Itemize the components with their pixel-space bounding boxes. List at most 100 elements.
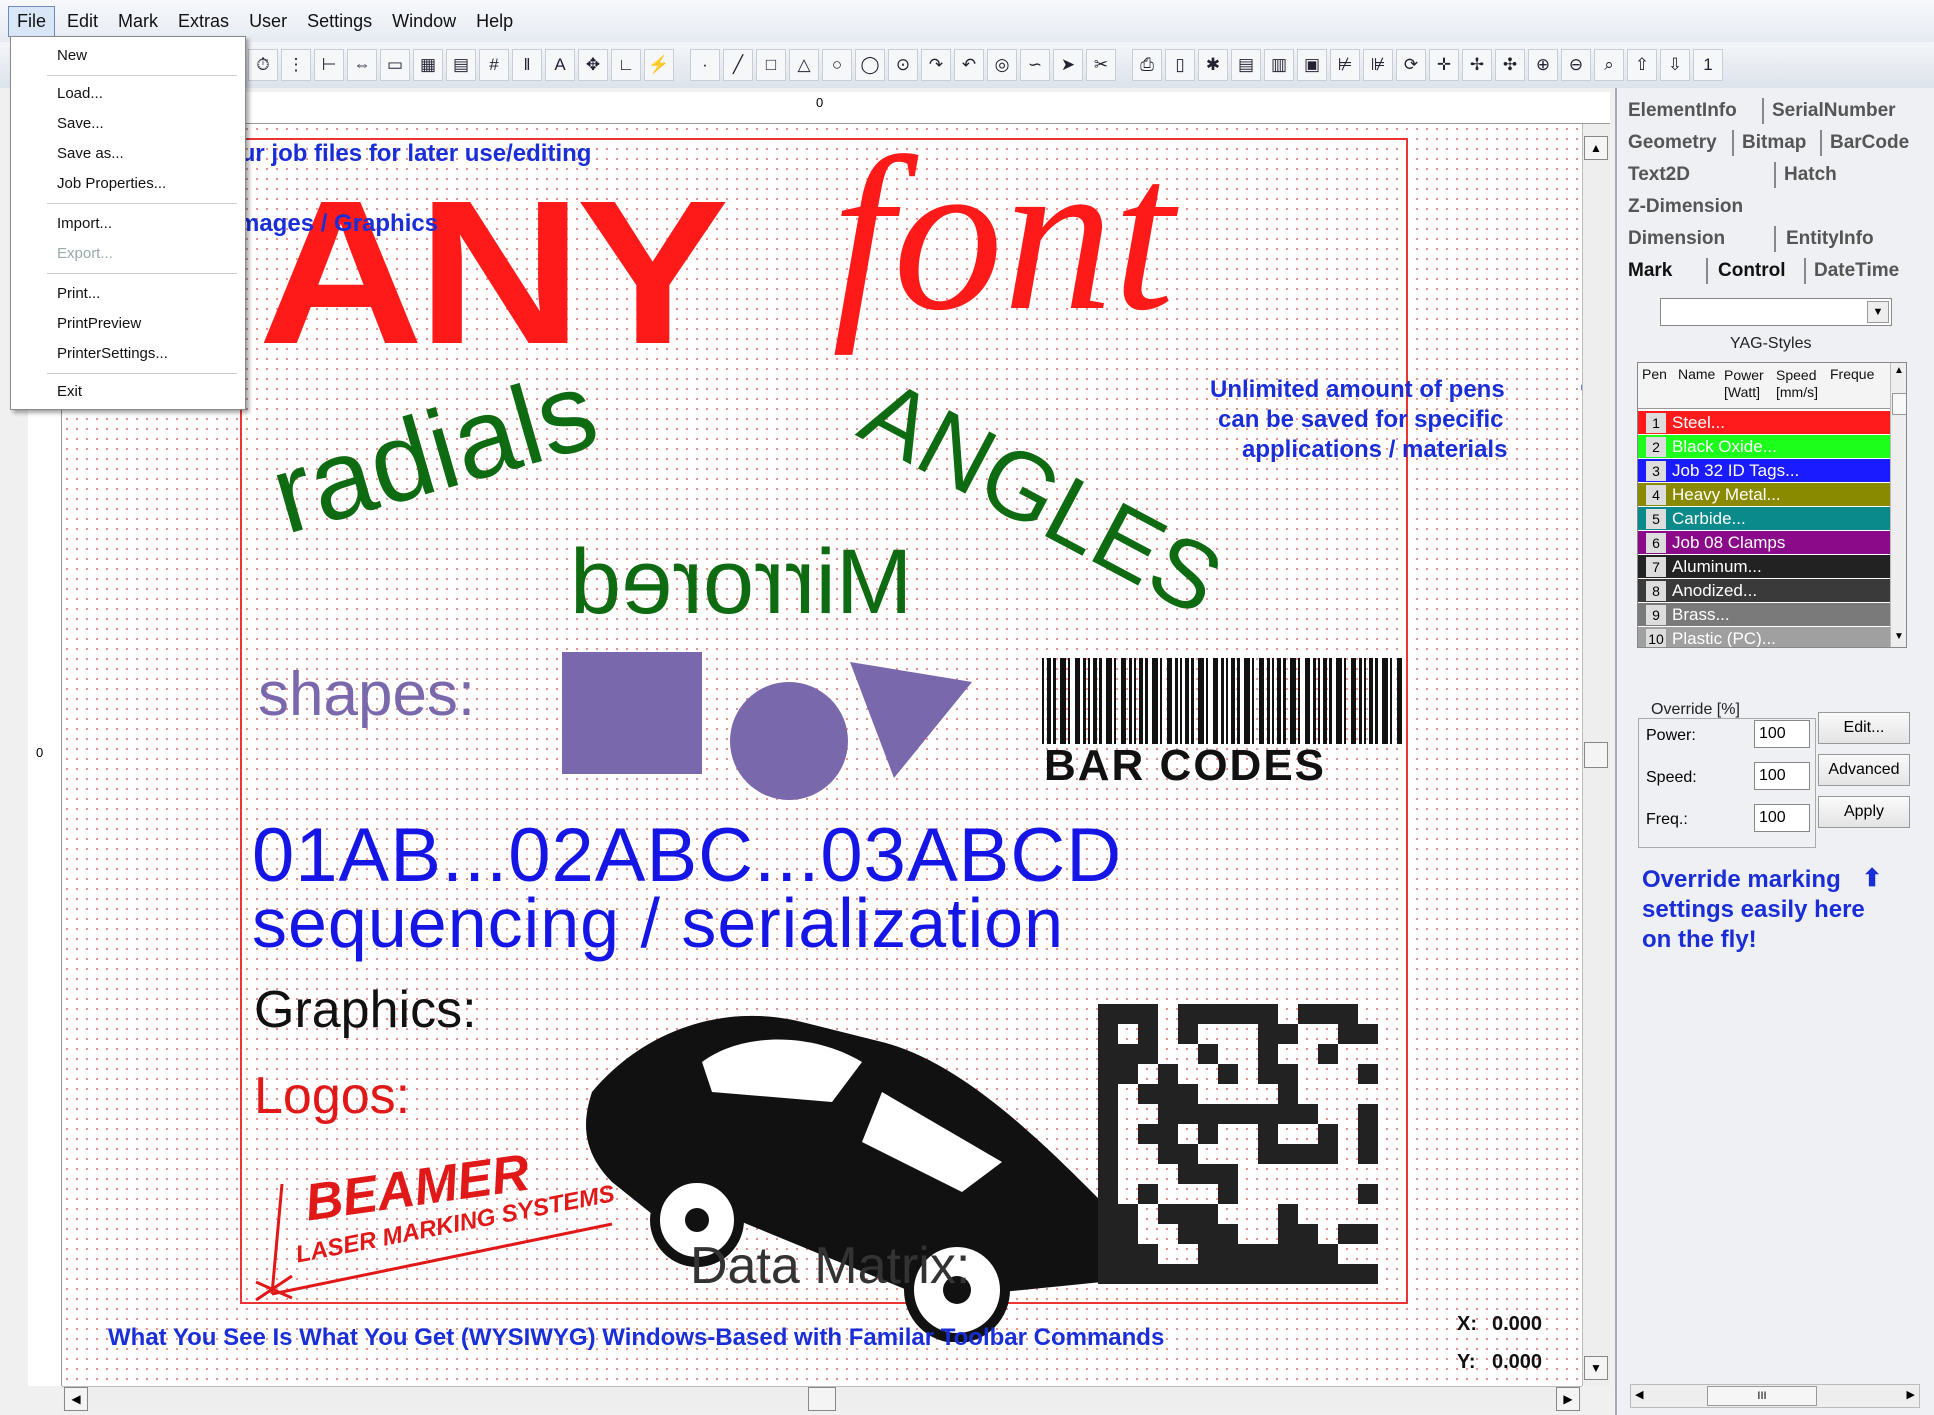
- speed-override-input[interactable]: 100: [1754, 762, 1810, 790]
- zoom-fit-icon[interactable]: ⌕: [1594, 49, 1624, 81]
- mirrored-text[interactable]: Mirrored: [570, 531, 912, 633]
- menu-window[interactable]: Window: [384, 7, 464, 36]
- menu-save[interactable]: Save...: [57, 115, 104, 132]
- pen-row[interactable]: 9 Brass...: [1638, 603, 1890, 626]
- circle-center-icon[interactable]: ⊙: [888, 49, 918, 81]
- zoom-in-icon[interactable]: ⊕: [1528, 49, 1558, 81]
- pen-row[interactable]: 2 Black Oxide...: [1638, 435, 1890, 458]
- data-matrix-graphic[interactable]: [1098, 1004, 1398, 1294]
- menu-settings[interactable]: Settings: [299, 7, 380, 36]
- advanced-button[interactable]: Advanced: [1818, 754, 1910, 786]
- menu-mark[interactable]: Mark: [110, 7, 166, 36]
- arrows-h-icon[interactable]: ⇔: [347, 49, 377, 81]
- triangle-icon[interactable]: △: [789, 49, 819, 81]
- chevron-down-icon[interactable]: ▼: [1867, 301, 1889, 323]
- sequence-text[interactable]: 01AB...02ABC...03ABCD: [252, 818, 1122, 894]
- menu-printer-settings[interactable]: PrinterSettings...: [57, 345, 168, 362]
- circle-shape[interactable]: [730, 682, 848, 800]
- h-scroll-thumb[interactable]: [808, 1387, 836, 1411]
- tab-bitmap[interactable]: Bitmap: [1742, 132, 1806, 154]
- pen-table-scroll-thumb[interactable]: [1892, 393, 1906, 415]
- pointer-icon[interactable]: ➤: [1053, 49, 1083, 81]
- menu-new[interactable]: New: [57, 47, 87, 64]
- serial-icon[interactable]: #: [479, 49, 509, 81]
- mirror-h-icon[interactable]: ⊢: [314, 49, 344, 81]
- pen-row[interactable]: 6 Job 08 Clamps: [1638, 531, 1890, 554]
- table-icon[interactable]: ▥: [1264, 49, 1294, 81]
- rotate-icon[interactable]: ⟳: [1396, 49, 1426, 81]
- tab-dimension[interactable]: Dimension: [1628, 228, 1725, 250]
- tab-control[interactable]: Control: [1718, 260, 1786, 282]
- point-icon[interactable]: ·: [690, 49, 720, 81]
- tab-hatch[interactable]: Hatch: [1784, 164, 1837, 186]
- calendar-icon[interactable]: ▤: [446, 49, 476, 81]
- menu-edit[interactable]: Edit: [59, 7, 106, 36]
- one-icon[interactable]: 1: [1693, 49, 1723, 81]
- edit-button[interactable]: Edit...: [1818, 712, 1910, 744]
- apply-button[interactable]: Apply: [1818, 796, 1910, 828]
- menu-user[interactable]: User: [241, 7, 295, 36]
- pen-row[interactable]: 3 Job 32 ID Tags...: [1638, 459, 1890, 482]
- menu-print-preview[interactable]: PrintPreview: [57, 315, 141, 332]
- move-icon[interactable]: ✥: [578, 49, 608, 81]
- tab-element-info[interactable]: ElementInfo: [1628, 100, 1737, 122]
- pen-table-scrollbar[interactable]: ▲ ▼: [1890, 363, 1906, 647]
- arrow-down-icon[interactable]: ⇩: [1660, 49, 1690, 81]
- font-text[interactable]: font: [832, 124, 1174, 344]
- rectangle-icon[interactable]: □: [756, 49, 786, 81]
- menu-job-properties[interactable]: Job Properties...: [57, 175, 166, 192]
- tab-datetime[interactable]: DateTime: [1814, 260, 1899, 282]
- pen-row[interactable]: 10 Plastic (PC)...: [1638, 627, 1890, 647]
- menu-import[interactable]: Import...: [57, 215, 112, 232]
- circle-icon[interactable]: ○: [822, 49, 852, 81]
- line-icon[interactable]: ╱: [723, 49, 753, 81]
- tab-barcode[interactable]: BarCode: [1830, 132, 1909, 154]
- freq-override-input[interactable]: 100: [1754, 804, 1810, 832]
- pen-row[interactable]: 5 Carbide...: [1638, 507, 1890, 530]
- text-box-icon[interactable]: ▭: [380, 49, 410, 81]
- tab-serial-number[interactable]: SerialNumber: [1772, 100, 1896, 122]
- barcode-graphic[interactable]: [1042, 658, 1402, 744]
- menu-help[interactable]: Help: [468, 7, 521, 36]
- panel-scroll-thumb[interactable]: III: [1707, 1386, 1817, 1406]
- align-h-icon[interactable]: ✢: [1462, 49, 1492, 81]
- scroll-down-icon[interactable]: ▼: [1894, 631, 1904, 642]
- horizontal-scrollbar[interactable]: ◀ ▶: [62, 1386, 1582, 1412]
- scroll-right-icon[interactable]: ▶: [1907, 1388, 1915, 1401]
- timer-icon[interactable]: ⏱: [248, 49, 278, 81]
- mirror-x-icon[interactable]: ⊭: [1330, 49, 1360, 81]
- star-icon[interactable]: ✱: [1198, 49, 1228, 81]
- any-text[interactable]: ANY: [258, 170, 729, 375]
- align-v-icon[interactable]: ✣: [1495, 49, 1525, 81]
- sequencing-text[interactable]: sequencing / serialization: [252, 888, 1064, 958]
- pen-row[interactable]: 4 Heavy Metal...: [1638, 483, 1890, 506]
- tab-z-dimension[interactable]: Z-Dimension: [1628, 196, 1743, 218]
- preview-icon[interactable]: ▯: [1165, 49, 1195, 81]
- group-icon[interactable]: ▣: [1297, 49, 1327, 81]
- scissors-icon[interactable]: ✂: [1086, 49, 1116, 81]
- spiral-icon[interactable]: ◎: [987, 49, 1017, 81]
- scroll-up-icon[interactable]: ▲: [1584, 136, 1608, 160]
- tab-mark[interactable]: Mark: [1628, 260, 1672, 282]
- pen-row[interactable]: 8 Anodized...: [1638, 579, 1890, 602]
- arrow-up-icon[interactable]: ⇧: [1627, 49, 1657, 81]
- print-icon[interactable]: ⎙: [1132, 49, 1162, 81]
- pen-row[interactable]: 1 Steel...: [1638, 411, 1890, 434]
- menu-extras[interactable]: Extras: [170, 7, 237, 36]
- scroll-left-icon[interactable]: ◀: [64, 1387, 88, 1411]
- text-icon[interactable]: A: [545, 49, 575, 81]
- grid-icon[interactable]: ▦: [413, 49, 443, 81]
- triangle-shape[interactable]: [850, 662, 972, 778]
- laser-icon[interactable]: ⚡: [644, 49, 674, 81]
- style-select[interactable]: ▼: [1660, 298, 1892, 326]
- scroll-right-icon[interactable]: ▶: [1556, 1387, 1580, 1411]
- panel-horizontal-scrollbar[interactable]: ◀ III ▶: [1630, 1384, 1920, 1408]
- tab-text2d[interactable]: Text2D: [1628, 164, 1690, 186]
- scroll-down-icon[interactable]: ▼: [1584, 1356, 1608, 1380]
- align-center-icon[interactable]: ✛: [1429, 49, 1459, 81]
- arc-reverse-icon[interactable]: ↶: [954, 49, 984, 81]
- scroll-left-icon[interactable]: ◀: [1635, 1388, 1643, 1401]
- arc-icon[interactable]: ↷: [921, 49, 951, 81]
- menu-save-as[interactable]: Save as...: [57, 145, 124, 162]
- ellipse-icon[interactable]: ◯: [855, 49, 885, 81]
